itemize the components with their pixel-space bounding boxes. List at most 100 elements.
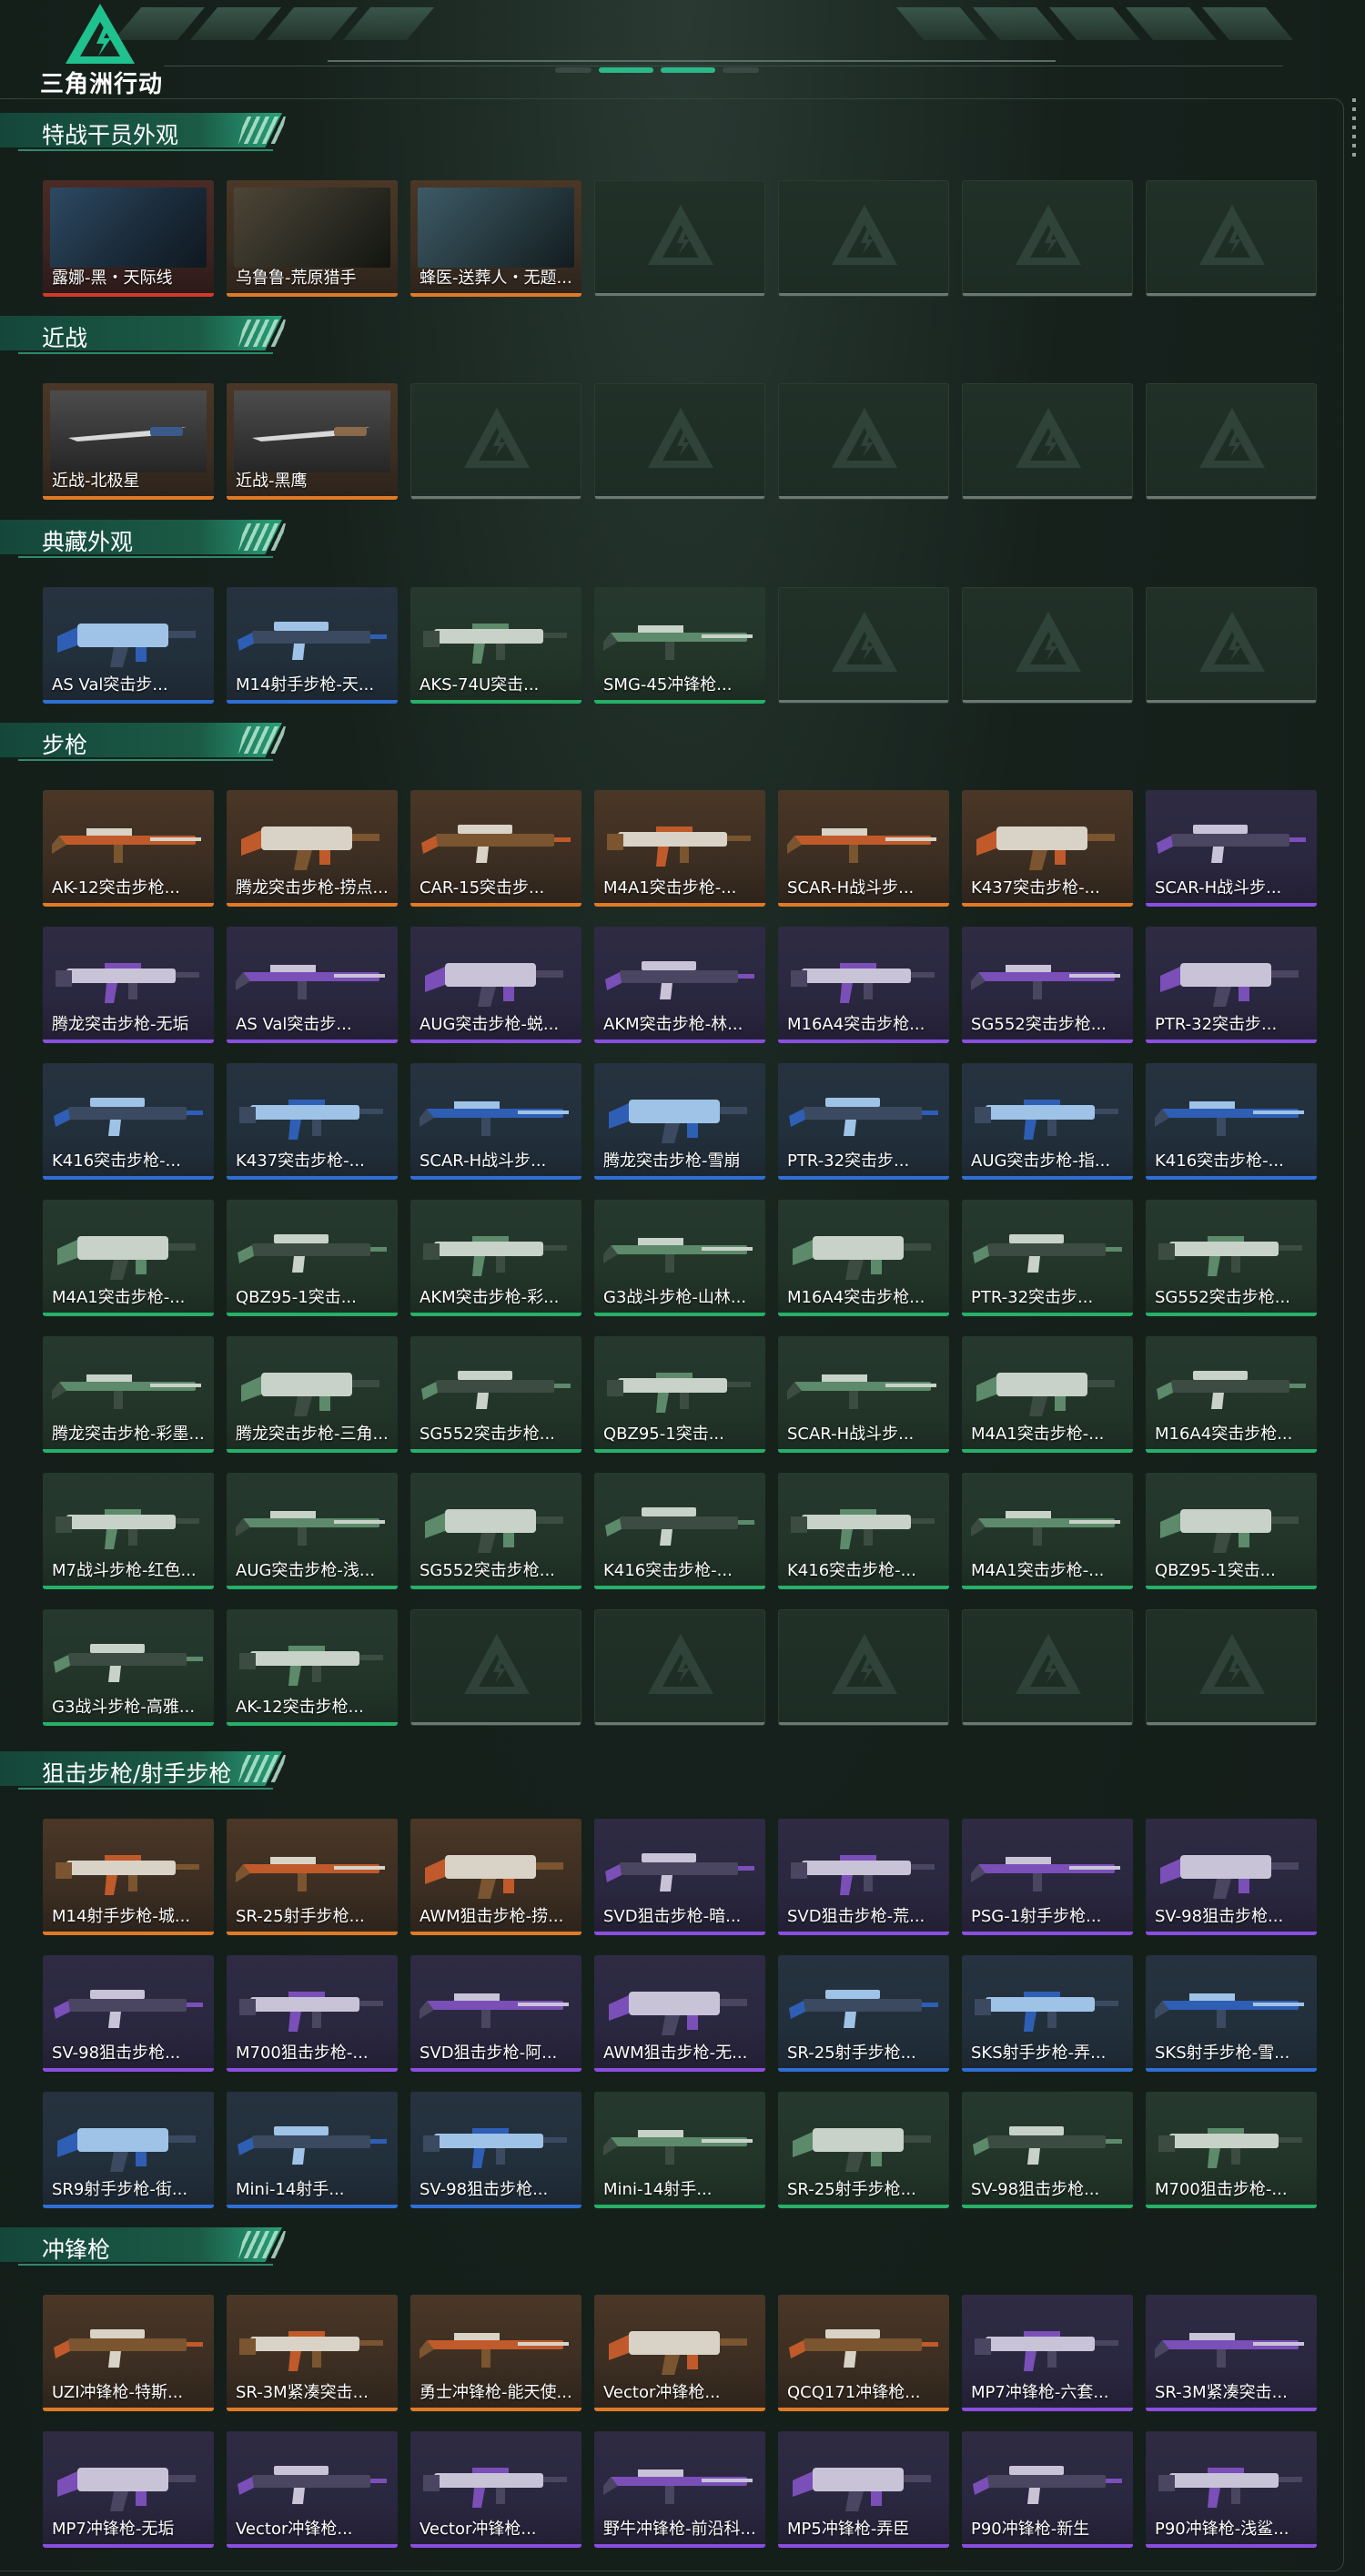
item-card[interactable]: SCAR-H战斗步... (778, 790, 949, 907)
item-card[interactable]: AKS-74U突击... (410, 587, 581, 704)
item-card[interactable]: 乌鲁鲁-荒原猎手 (227, 180, 398, 297)
item-card[interactable]: K416突击步枪-... (1146, 1063, 1317, 1180)
item-card[interactable]: G3战斗步枪-高雅... (43, 1609, 214, 1726)
weapon-image (1158, 1236, 1302, 1276)
item-card[interactable]: M16A4突击步枪... (1146, 1336, 1317, 1453)
item-card[interactable]: AUG突击步枪-蜕... (410, 927, 581, 1043)
item-card[interactable]: 腾龙突击步枪-彩墨... (43, 1336, 214, 1453)
item-card[interactable]: M7战斗步枪-红色... (43, 1473, 214, 1589)
item-card[interactable]: SMG-45冲锋枪... (594, 587, 765, 704)
item-card[interactable]: SV-98狙击步枪... (43, 1955, 214, 2072)
item-card[interactable]: QBZ95-1突击... (227, 1200, 398, 1316)
item-card[interactable]: AUG突击步枪-浅... (227, 1473, 398, 1589)
item-card[interactable]: SR-3M紧凑突击... (227, 2295, 398, 2411)
item-card[interactable]: SR9射手步枪-街... (43, 2092, 214, 2208)
item-card[interactable]: SCAR-H战斗步... (410, 1063, 581, 1180)
item-card[interactable]: SCAR-H战斗步... (778, 1336, 949, 1453)
item-card[interactable]: SG552突击步枪... (410, 1336, 581, 1453)
item-card[interactable]: AWM狙击步枪-捞... (410, 1819, 581, 1935)
item-card[interactable]: SKS射手步枪-雪... (1146, 1955, 1317, 2072)
item-card[interactable]: G3战斗步枪-山林... (594, 1200, 765, 1316)
item-card[interactable]: M4A1突击步枪-... (962, 1336, 1133, 1453)
item-card[interactable]: 腾龙突击步枪-无垢 (43, 927, 214, 1043)
item-card[interactable]: SV-98狙击步枪... (410, 2092, 581, 2208)
rarity-bar (778, 2544, 949, 2548)
item-name: G3战斗步枪-高雅... (52, 1698, 196, 1717)
item-card[interactable]: AS Val突击步... (43, 587, 214, 704)
item-card[interactable]: 近战-黑鹰 (227, 383, 398, 500)
weapon-image (971, 1511, 1120, 1546)
item-card[interactable]: AKM突击步枪-林... (594, 927, 765, 1043)
item-card[interactable]: 腾龙突击步枪-雪崩 (594, 1063, 765, 1180)
item-card[interactable]: SVD狙击步枪-阿... (410, 1955, 581, 2072)
item-card[interactable]: SR-3M紧凑突击... (1146, 2295, 1317, 2411)
item-name: PTR-32突击步... (1155, 1015, 1278, 1034)
item-card[interactable]: 露娜-黑・天际线 (43, 180, 214, 297)
item-card[interactable]: AKM突击步枪-彩... (410, 1200, 581, 1316)
scrollbar[interactable] (1352, 98, 1356, 162)
item-card[interactable]: SG552突击步枪... (410, 1473, 581, 1589)
item-card[interactable]: M14射手步枪-城... (43, 1819, 214, 1935)
item-card[interactable]: P90冲锋枪-新生 (962, 2431, 1133, 2548)
item-card[interactable]: SV-98狙击步枪... (1146, 1819, 1317, 1935)
weapon-image (791, 963, 935, 1003)
item-card[interactable]: SVD狙击步枪-荒... (778, 1819, 949, 1935)
item-card[interactable]: Vector冲锋枪... (410, 2431, 581, 2548)
item-card[interactable]: AUG突击步枪-指... (962, 1063, 1133, 1180)
item-card[interactable]: P90冲锋枪-浅鲨... (1146, 2431, 1317, 2548)
item-card[interactable]: SR-25射手步枪... (227, 1819, 398, 1935)
item-card[interactable]: UZI冲锋枪-特斯... (43, 2295, 214, 2411)
item-card[interactable]: M16A4突击步枪... (778, 927, 949, 1043)
rarity-bar (594, 1586, 765, 1589)
item-card[interactable]: PTR-32突击步... (778, 1063, 949, 1180)
item-card[interactable]: SVD狙击步枪-暗... (594, 1819, 765, 1935)
item-card[interactable]: M16A4突击步枪... (778, 1200, 949, 1316)
item-name: AUG突击步枪-浅... (236, 1561, 376, 1580)
item-card[interactable]: K437突击步枪-... (227, 1063, 398, 1180)
item-card[interactable]: 腾龙突击步枪-三角... (227, 1336, 398, 1453)
item-card[interactable]: 蜂医-送葬人・无题... (410, 180, 581, 297)
item-card[interactable]: 勇士冲锋枪-能天使... (410, 2295, 581, 2411)
item-card[interactable]: 近战-北极星 (43, 383, 214, 500)
item-card[interactable]: SR-25射手步枪... (778, 2092, 949, 2208)
item-card[interactable]: K416突击步枪-... (43, 1063, 214, 1180)
item-card[interactable]: AWM狙击步枪-无... (594, 1955, 765, 2072)
item-card[interactable]: Mini-14射手... (594, 2092, 765, 2208)
item-card[interactable]: PTR-32突击步... (962, 1200, 1133, 1316)
item-card[interactable]: QCQ171冲锋枪... (778, 2295, 949, 2411)
item-card[interactable]: MP7冲锋枪-无垢 (43, 2431, 214, 2548)
item-card[interactable]: M4A1突击步枪-... (43, 1200, 214, 1316)
item-card[interactable]: SKS射手步枪-弄... (962, 1955, 1133, 2072)
item-card[interactable]: Mini-14射手... (227, 2092, 398, 2208)
item-card[interactable]: M700狙击步枪-... (1146, 2092, 1317, 2208)
item-card[interactable]: SR-25射手步枪... (778, 1955, 949, 2072)
item-card[interactable]: M4A1突击步枪-... (962, 1473, 1133, 1589)
item-card[interactable]: SV-98狙击步枪... (962, 2092, 1133, 2208)
item-card[interactable]: CAR-15突击步... (410, 790, 581, 907)
item-card[interactable]: AK-12突击步枪... (43, 790, 214, 907)
item-card[interactable]: Vector冲锋枪... (594, 2295, 765, 2411)
item-card[interactable]: AK-12突击步枪... (227, 1609, 398, 1726)
item-card[interactable]: QBZ95-1突击... (1146, 1473, 1317, 1589)
item-card[interactable]: SCAR-H战斗步... (1146, 790, 1317, 907)
item-card[interactable]: M4A1突击步枪-... (594, 790, 765, 907)
item-card[interactable]: MP7冲锋枪-六套... (962, 2295, 1133, 2411)
item-card[interactable]: K437突击步枪-... (962, 790, 1133, 907)
item-name: QBZ95-1突击... (603, 1425, 724, 1444)
item-card[interactable]: 腾龙突击步枪-捞点... (227, 790, 398, 907)
item-card[interactable]: SG552突击步枪... (962, 927, 1133, 1043)
item-card[interactable]: K416突击步枪-... (778, 1473, 949, 1589)
item-card[interactable]: PTR-32突击步... (1146, 927, 1317, 1043)
item-name: SCAR-H战斗步... (787, 878, 915, 898)
item-card[interactable]: PSG-1射手步枪... (962, 1819, 1133, 1935)
item-card[interactable]: Vector冲锋枪... (227, 2431, 398, 2548)
rarity-bar (778, 2205, 949, 2208)
item-card[interactable]: QBZ95-1突击... (594, 1336, 765, 1453)
item-card[interactable]: M14射手步枪-天... (227, 587, 398, 704)
item-card[interactable]: AS Val突击步... (227, 927, 398, 1043)
item-card[interactable]: SG552突击步枪... (1146, 1200, 1317, 1316)
item-card[interactable]: MP5冲锋枪-弄臣 (778, 2431, 949, 2548)
item-card[interactable]: 野牛冲锋枪-前沿科... (594, 2431, 765, 2548)
item-card[interactable]: M700狙击步枪-... (227, 1955, 398, 2072)
item-card[interactable]: K416突击步枪-... (594, 1473, 765, 1589)
